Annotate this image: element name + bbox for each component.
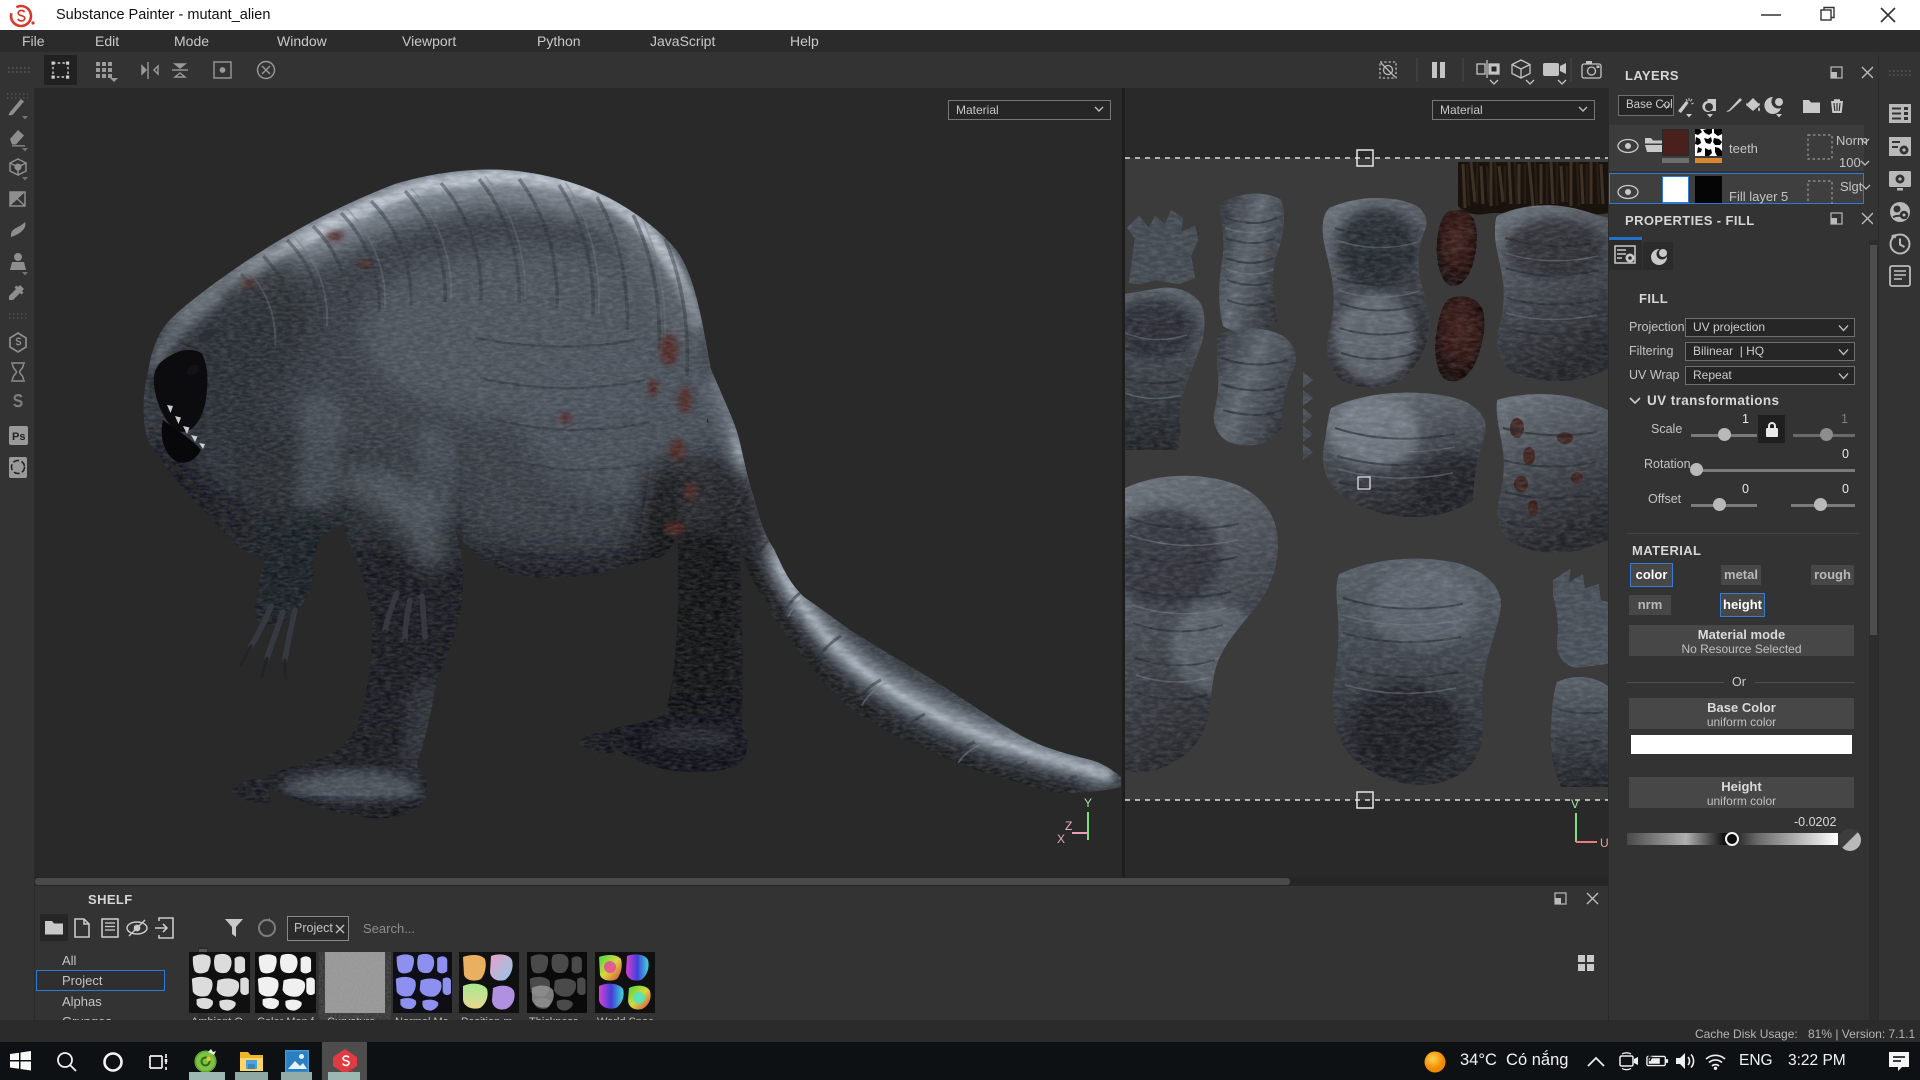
svg-text:U: U <box>1600 836 1608 850</box>
svg-text:V: V <box>1571 797 1579 811</box>
svg-text:Ps: Ps <box>12 431 25 443</box>
svg-text:X: X <box>1057 832 1065 846</box>
svg-text:Z: Z <box>1065 819 1072 833</box>
svg-text:Y: Y <box>1084 796 1092 810</box>
